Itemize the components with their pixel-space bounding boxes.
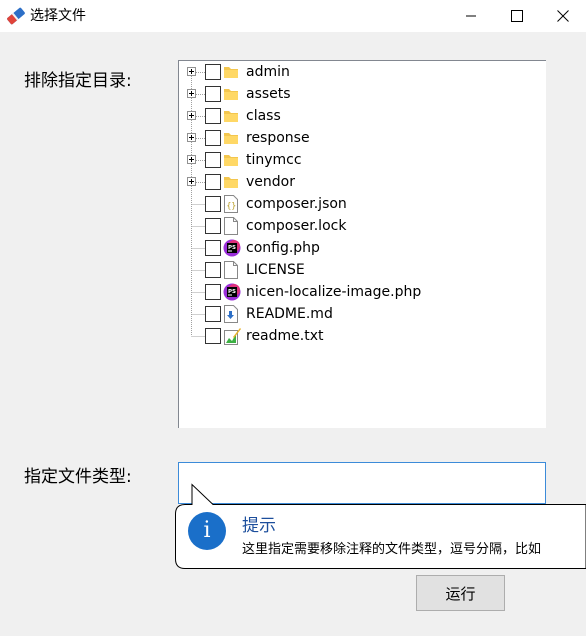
tree-item-label: config.php [246, 240, 320, 256]
folder-icon [223, 151, 239, 169]
run-button[interactable]: 运行 [416, 575, 505, 611]
tree-item-checkbox[interactable] [205, 284, 221, 300]
tree-item-label: nicen-localize-image.php [246, 284, 422, 300]
minimize-icon [466, 15, 476, 17]
info-icon: i [188, 512, 226, 550]
tree-item-checkbox[interactable] [205, 152, 221, 168]
tree-item-checkbox[interactable] [205, 262, 221, 278]
tree-item-label: class [246, 108, 281, 124]
expand-icon[interactable] [187, 111, 196, 120]
tree-item-readme-md[interactable]: README.md [179, 303, 539, 325]
tree-item-composer-lock[interactable]: composer.lock [179, 215, 539, 237]
tree-item-admin[interactable]: admin [179, 61, 539, 83]
tree-item-label: tinymcc [246, 152, 302, 168]
tree-item-composer-json[interactable]: {} composer.json [179, 193, 539, 215]
folder-icon [223, 85, 239, 103]
file-icon [223, 217, 239, 235]
exclude-dirs-label: 排除指定目录: [24, 71, 132, 91]
expand-icon[interactable] [187, 155, 196, 164]
tree-item-label: response [246, 130, 310, 146]
window-title: 选择文件 [30, 8, 86, 24]
tree-item-checkbox[interactable] [205, 196, 221, 212]
folder-icon [223, 173, 239, 191]
svg-text:PS: PS [228, 289, 236, 295]
tree-item-label: assets [246, 86, 291, 102]
tree-item-nicen-localize-image-php[interactable]: PS nicen-localize-image.php [179, 281, 539, 303]
tree-item-readme-txt[interactable]: readme.txt [179, 325, 539, 347]
tree-item-checkbox[interactable] [205, 108, 221, 124]
tree-item-checkbox[interactable] [205, 306, 221, 322]
svg-text:{}: {} [227, 201, 237, 210]
tree-item-assets[interactable]: assets [179, 83, 539, 105]
svg-text:PS: PS [228, 245, 236, 251]
tree-item-class[interactable]: class [179, 105, 539, 127]
tree-item-checkbox[interactable] [205, 328, 221, 344]
expand-icon[interactable] [187, 133, 196, 142]
expand-icon[interactable] [187, 177, 196, 186]
close-button[interactable] [540, 0, 586, 32]
tree-item-checkbox[interactable] [205, 64, 221, 80]
tree-item-checkbox[interactable] [205, 174, 221, 190]
tree-item-checkbox[interactable] [205, 240, 221, 256]
maximize-button[interactable] [494, 0, 540, 32]
tree-item-label: composer.json [246, 196, 347, 212]
eraser-icon [7, 7, 25, 25]
markdown-file-icon [223, 305, 239, 323]
tree-item-label: LICENSE [246, 262, 305, 278]
file-icon [223, 261, 239, 279]
minimize-button[interactable] [448, 0, 494, 32]
tree-item-tinymcc[interactable]: tinymcc [179, 149, 539, 171]
tree-item-label: admin [246, 64, 290, 80]
tree-item-license[interactable]: LICENSE [179, 259, 539, 281]
tree-item-label: README.md [246, 306, 333, 322]
expand-icon[interactable] [187, 67, 196, 76]
title-bar: 选择文件 [0, 0, 586, 32]
text-file-icon [223, 327, 241, 345]
tree-item-checkbox[interactable] [205, 86, 221, 102]
directory-tree[interactable]: admin assets class response tinymcc vendor {} c… [178, 60, 546, 428]
tree-item-response[interactable]: response [179, 127, 539, 149]
tree-item-label: readme.txt [246, 328, 324, 344]
folder-icon [223, 63, 239, 81]
expand-icon[interactable] [187, 89, 196, 98]
phpstorm-file-icon: PS [223, 283, 241, 301]
tree-item-config-php[interactable]: PS config.php [179, 237, 539, 259]
file-types-label: 指定文件类型: [24, 467, 132, 487]
tooltip-title: 提示 [242, 516, 276, 536]
tree-item-label: vendor [246, 174, 295, 190]
json-file-icon: {} [223, 195, 239, 213]
tree-item-checkbox[interactable] [205, 218, 221, 234]
folder-icon [223, 107, 239, 125]
tree-item-checkbox[interactable] [205, 130, 221, 146]
close-icon [557, 10, 569, 22]
phpstorm-file-icon: PS [223, 239, 241, 257]
folder-icon [223, 129, 239, 147]
tooltip-message: 这里指定需要移除注释的文件类型，逗号分隔，比如 [242, 542, 542, 557]
tree-item-vendor[interactable]: vendor [179, 171, 539, 193]
maximize-icon [511, 10, 523, 22]
tree-item-label: composer.lock [246, 218, 347, 234]
